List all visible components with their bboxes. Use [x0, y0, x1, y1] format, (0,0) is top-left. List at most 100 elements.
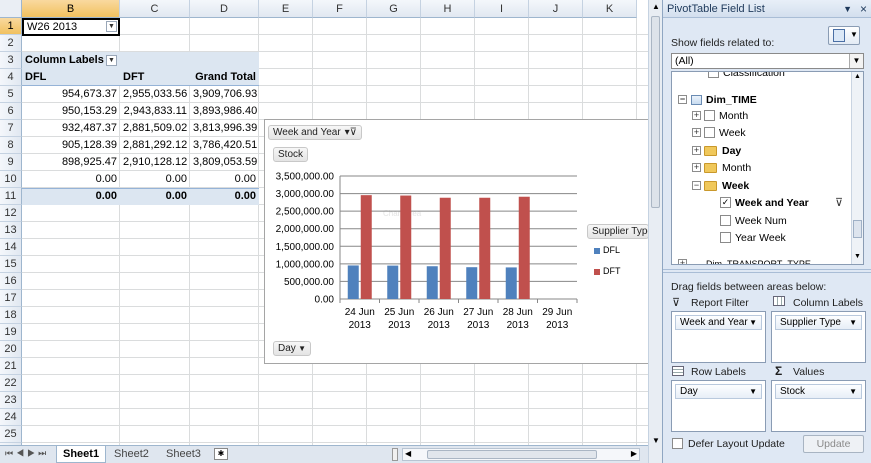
expand-icon[interactable]: +: [692, 163, 701, 172]
column-header-b[interactable]: B: [22, 0, 120, 18]
row-header-2[interactable]: 2: [0, 35, 22, 52]
pivot-cell[interactable]: 2,910,128.12: [120, 154, 190, 171]
tab-sheet2[interactable]: Sheet2: [108, 446, 155, 463]
pivot-cell[interactable]: 0.00: [22, 171, 120, 188]
row-header-15[interactable]: 15: [0, 256, 22, 273]
column-header-h[interactable]: H: [421, 0, 475, 18]
vertical-scroll-thumb[interactable]: [651, 16, 660, 208]
tab-sheet1[interactable]: Sheet1: [56, 446, 107, 463]
values-item[interactable]: Stock ▼: [775, 384, 862, 399]
pivot-cell[interactable]: 2,955,033.56: [120, 86, 190, 103]
total-dfl[interactable]: 0.00: [22, 188, 120, 205]
tree-scrollbar[interactable]: ▲ ▼: [851, 72, 863, 264]
horizontal-scroll-thumb[interactable]: [427, 450, 597, 459]
pivot-cell[interactable]: 0.00: [120, 171, 190, 188]
row-header-17[interactable]: 17: [0, 290, 22, 307]
pivot-cell[interactable]: 898,925.47: [22, 154, 120, 171]
checkbox-icon[interactable]: [704, 110, 715, 121]
show-fields-combo[interactable]: (All) ▼: [671, 53, 864, 69]
tab-split-handle[interactable]: [392, 448, 398, 461]
checkbox-checked-icon[interactable]: ✓: [720, 197, 731, 208]
row-header-22[interactable]: 22: [0, 375, 22, 392]
column-labels-dropdown-icon[interactable]: ▼: [106, 55, 117, 66]
panel-splitter[interactable]: [663, 269, 871, 273]
row-header-21[interactable]: 21: [0, 358, 22, 375]
row-header-14[interactable]: 14: [0, 239, 22, 256]
scroll-up-icon[interactable]: ▲: [854, 73, 861, 80]
pivot-cell[interactable]: 2,881,292.12: [120, 137, 190, 154]
report-filter-funnel-icon[interactable]: ▼: [106, 21, 117, 32]
row-labels-item[interactable]: Day ▼: [675, 384, 762, 399]
tab-navigation-arrows-icon[interactable]: ⏮◀▶⏭: [5, 448, 49, 459]
report-filter-area[interactable]: Week and Year ▼: [671, 311, 766, 363]
checkbox-icon[interactable]: [720, 232, 731, 243]
row-header-5[interactable]: 5: [0, 86, 22, 103]
bar-dft[interactable]: [400, 195, 412, 299]
column-header-f[interactable]: F: [313, 0, 367, 18]
bar-dft[interactable]: [518, 196, 530, 299]
pivot-cell[interactable]: 3,786,420.51: [190, 137, 259, 154]
tree-scroll-thumb[interactable]: [853, 220, 862, 238]
row-header-24[interactable]: 24: [0, 409, 22, 426]
total-dft[interactable]: 0.00: [120, 188, 190, 205]
row-header-20[interactable]: 20: [0, 341, 22, 358]
row-header-19[interactable]: 19: [0, 324, 22, 341]
horizontal-scrollbar[interactable]: ◀ ▶: [402, 448, 640, 461]
scroll-left-icon[interactable]: ◀: [405, 449, 411, 458]
row-header-3[interactable]: 3: [0, 52, 22, 69]
chevron-down-icon[interactable]: ▼: [749, 316, 757, 329]
pivot-cell[interactable]: 905,128.39: [22, 137, 120, 154]
update-button[interactable]: Update: [803, 435, 864, 453]
row-header-11[interactable]: 11: [0, 188, 22, 205]
pivot-cell[interactable]: 3,813,996.39: [190, 120, 259, 137]
bar-dfl[interactable]: [387, 265, 399, 299]
scroll-down-icon[interactable]: ▼: [652, 436, 660, 445]
bar-dfl[interactable]: [347, 265, 359, 299]
row-header-13[interactable]: 13: [0, 222, 22, 239]
insert-sheet-icon[interactable]: ✱: [214, 448, 228, 460]
pivot-cell[interactable]: 2,881,509.02: [120, 120, 190, 137]
row-header-1[interactable]: 1: [0, 18, 22, 35]
chevron-down-icon[interactable]: ▼: [849, 316, 857, 329]
row-header-25[interactable]: 25: [0, 426, 22, 443]
pivot-cell[interactable]: 950,153.29: [22, 103, 120, 120]
row-header-7[interactable]: 7: [0, 120, 22, 137]
checkbox-icon[interactable]: [720, 215, 731, 226]
pivot-cell[interactable]: 954,673.37: [22, 86, 120, 103]
panel-menu-chevron-icon[interactable]: ▼: [843, 0, 852, 18]
column-labels-area[interactable]: Supplier Type ▼: [771, 311, 866, 363]
row-labels-area[interactable]: Day ▼: [671, 380, 766, 432]
collapse-icon[interactable]: −: [678, 95, 687, 104]
bar-dfl[interactable]: [466, 267, 478, 299]
close-icon[interactable]: ×: [860, 0, 867, 18]
scroll-up-icon[interactable]: ▲: [652, 2, 660, 11]
chart-axis-button[interactable]: Day ▼: [273, 341, 311, 356]
field-tree[interactable]: Classification − Dim_TIME + Month + Week…: [671, 71, 864, 265]
tab-sheet3[interactable]: Sheet3: [160, 446, 207, 463]
row-header-6[interactable]: 6: [0, 103, 22, 120]
values-area[interactable]: Stock ▼: [771, 380, 866, 432]
pivot-cell[interactable]: 2,943,833.11: [120, 103, 190, 120]
column-header-e[interactable]: E: [259, 0, 313, 18]
bar-dft[interactable]: [479, 197, 491, 299]
column-header-k[interactable]: K: [583, 0, 637, 18]
bar-dfl[interactable]: [505, 267, 517, 299]
total-grand[interactable]: 0.00: [190, 188, 259, 205]
defer-layout-checkbox[interactable]: [672, 438, 683, 449]
checkbox-icon[interactable]: [704, 127, 715, 138]
checkbox-icon[interactable]: [708, 72, 719, 78]
collapse-icon[interactable]: −: [692, 181, 701, 190]
pivot-cell[interactable]: 3,809,053.59: [190, 154, 259, 171]
select-all-corner[interactable]: [0, 0, 22, 18]
column-header-i[interactable]: I: [475, 0, 529, 18]
row-header-9[interactable]: 9: [0, 154, 22, 171]
row-header-4[interactable]: 4: [0, 69, 22, 86]
chevron-down-icon[interactable]: ▼: [849, 385, 857, 398]
legend-field-button[interactable]: Supplier Type: [587, 224, 649, 239]
bar-dft[interactable]: [439, 197, 451, 299]
row-header-12[interactable]: 12: [0, 205, 22, 222]
pivot-cell[interactable]: 0.00: [190, 171, 259, 188]
row-header-18[interactable]: 18: [0, 307, 22, 324]
row-header-16[interactable]: 16: [0, 273, 22, 290]
row-header-10[interactable]: 10: [0, 171, 22, 188]
